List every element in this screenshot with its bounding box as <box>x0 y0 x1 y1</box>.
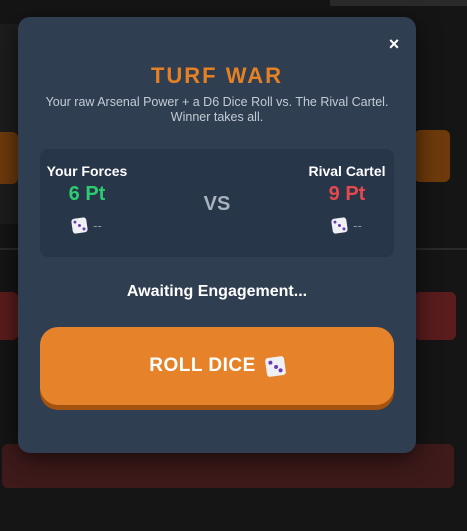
engagement-status: Awaiting Engagement... <box>126 283 308 300</box>
background-panel-left <box>0 24 18 224</box>
rival-dice: -- <box>292 217 402 234</box>
background-top-bar <box>330 0 467 6</box>
roll-dice-button[interactable]: ROLL DICE <box>40 327 394 405</box>
background-orange-button-left <box>0 132 18 184</box>
roll-dice-label: ROLL DICE <box>149 355 256 376</box>
close-icon[interactable]: × <box>386 35 402 53</box>
player-name: Your Forces <box>46 163 128 179</box>
rival-name: Rival Cartel <box>308 163 386 179</box>
rival-points: 9 Pt <box>328 183 366 205</box>
battle-panel: Your Forces 6 Pt -- VS Rival Cartel 9 Pt… <box>40 149 394 257</box>
modal-description: Your raw Arsenal Power + a D6 Dice Roll … <box>45 95 389 124</box>
dice-icon <box>264 355 286 377</box>
rival-dice-value: -- <box>353 218 362 233</box>
player-dice-value: -- <box>93 218 102 233</box>
modal-title: TURF WAR <box>150 63 284 88</box>
background-divider <box>0 248 18 250</box>
background-red-button-right <box>414 292 456 340</box>
background-red-button-left <box>0 292 18 340</box>
background-orange-button-right <box>414 130 450 182</box>
rival-side: Rival Cartel 9 Pt -- <box>292 163 402 234</box>
dice-icon <box>71 217 89 234</box>
background-divider <box>416 248 467 250</box>
turf-war-modal: × TURF WAR Your raw Arsenal Power + a D6… <box>18 17 416 453</box>
dice-icon <box>331 217 349 234</box>
player-dice: -- <box>32 217 142 234</box>
